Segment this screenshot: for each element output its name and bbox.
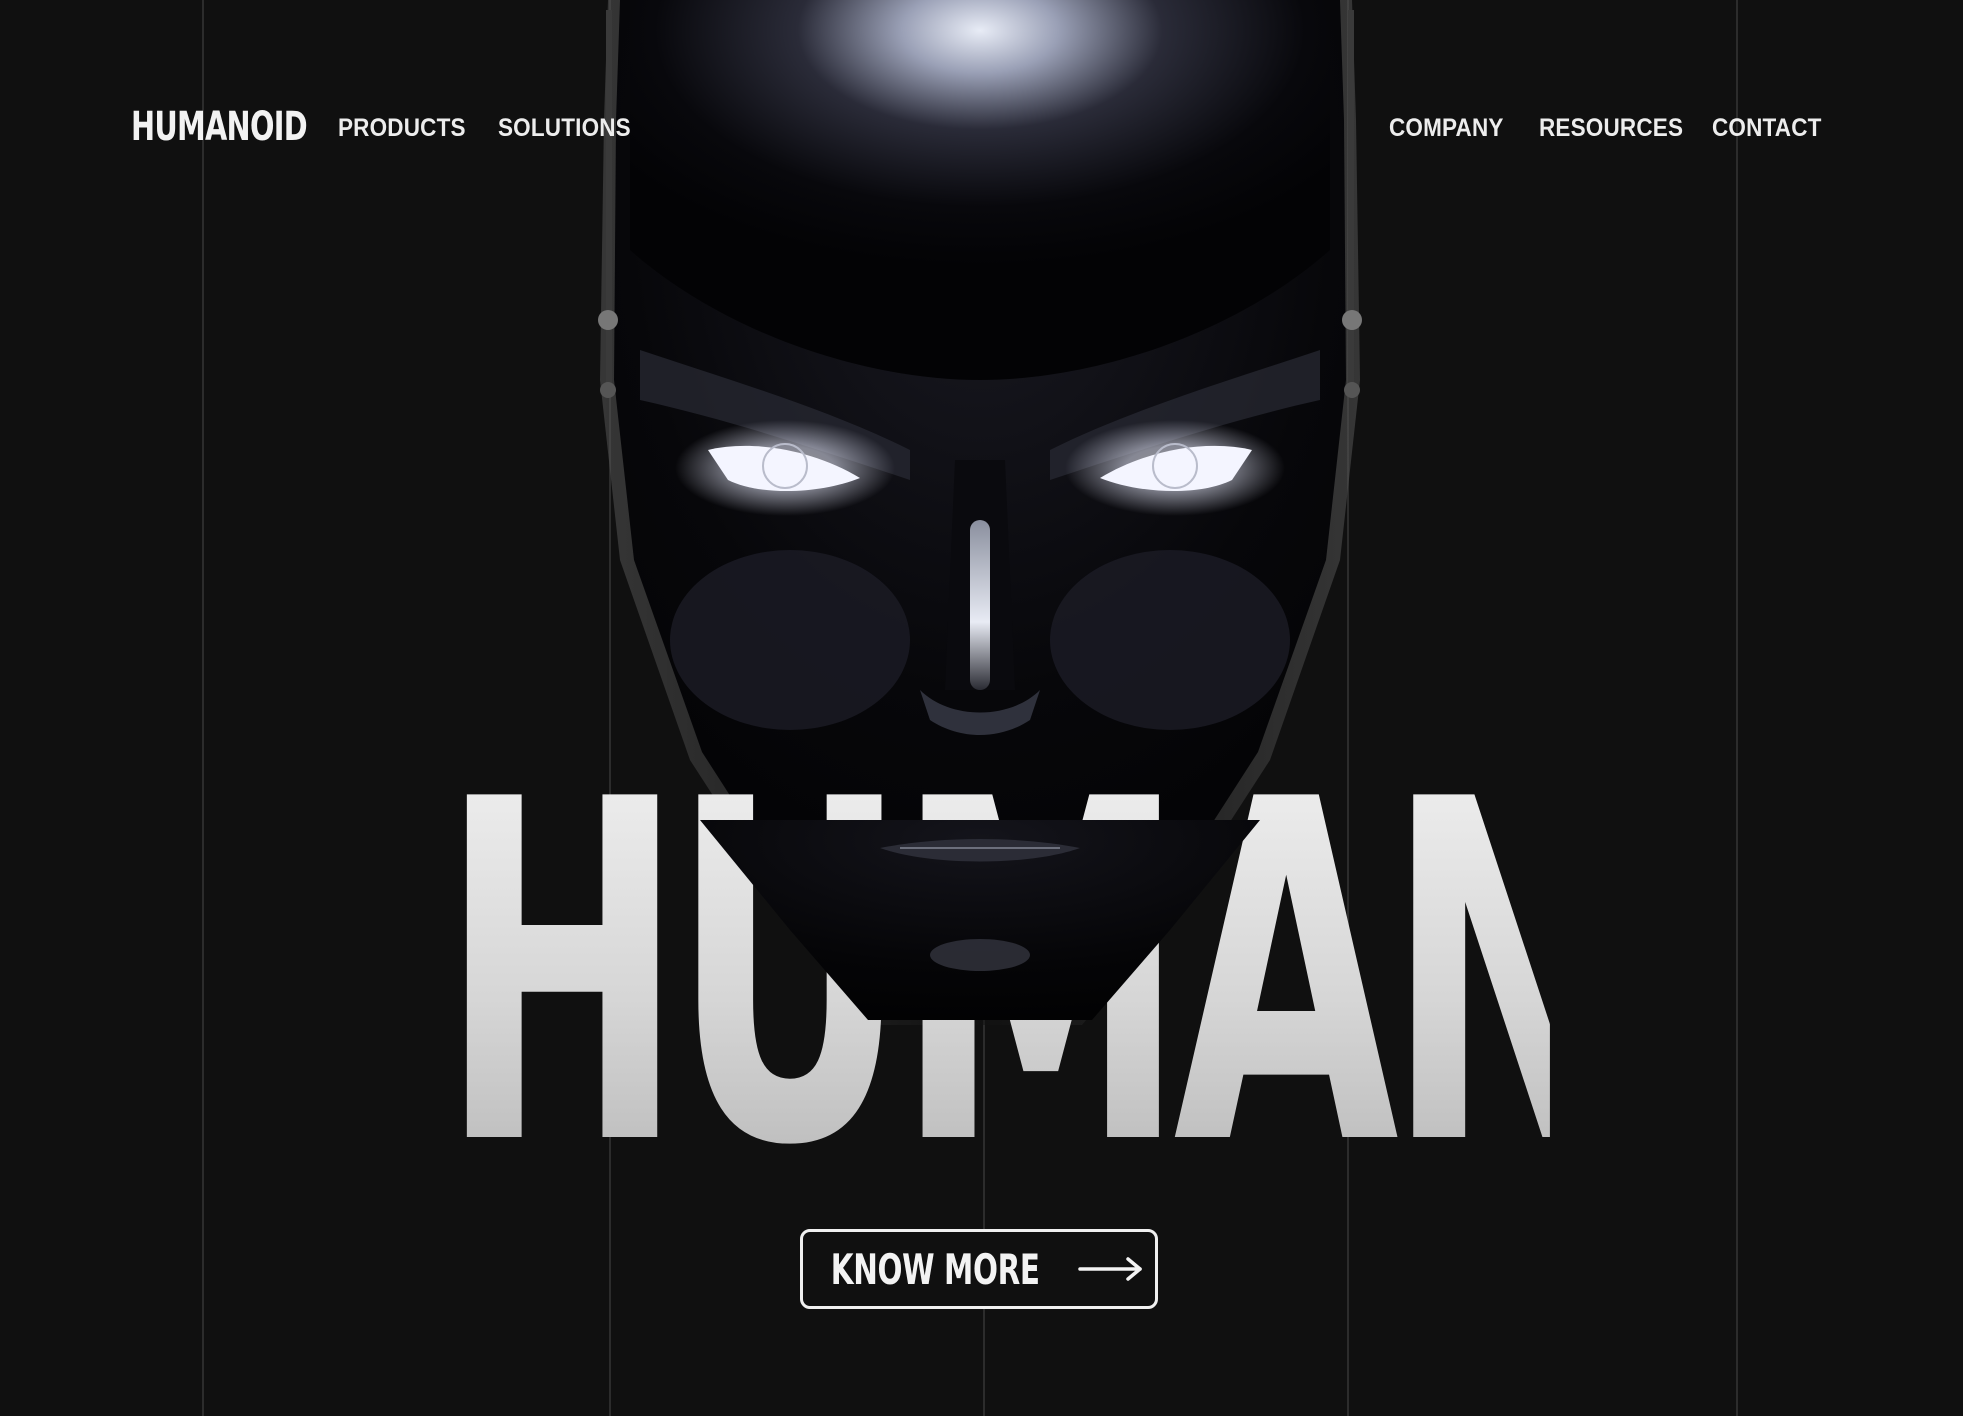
arrow-right-icon	[1078, 1254, 1144, 1284]
brand-logo[interactable]: HUMANOID	[131, 104, 308, 150]
top-navigation: HUMANOID PRODUCTS SOLUTIONS COMPANY RESO…	[0, 100, 1963, 160]
nav-link-company[interactable]: COMPANY	[1389, 114, 1504, 143]
nav-link-products[interactable]: PRODUCTS	[338, 114, 466, 143]
nav-link-contact[interactable]: CONTACT	[1712, 114, 1822, 143]
robot-chin-overlay	[700, 820, 1260, 1030]
nav-link-solutions[interactable]: SOLUTIONS	[498, 114, 631, 143]
landing-page: HUMANOID PRODUCTS SOLUTIONS COMPANY RESO…	[0, 0, 1963, 1416]
know-more-label: KNOW MORE	[830, 1244, 1040, 1294]
know-more-button[interactable]: KNOW MORE	[800, 1229, 1158, 1309]
grid-line	[202, 0, 204, 1416]
nav-link-resources[interactable]: RESOURCES	[1539, 114, 1683, 143]
